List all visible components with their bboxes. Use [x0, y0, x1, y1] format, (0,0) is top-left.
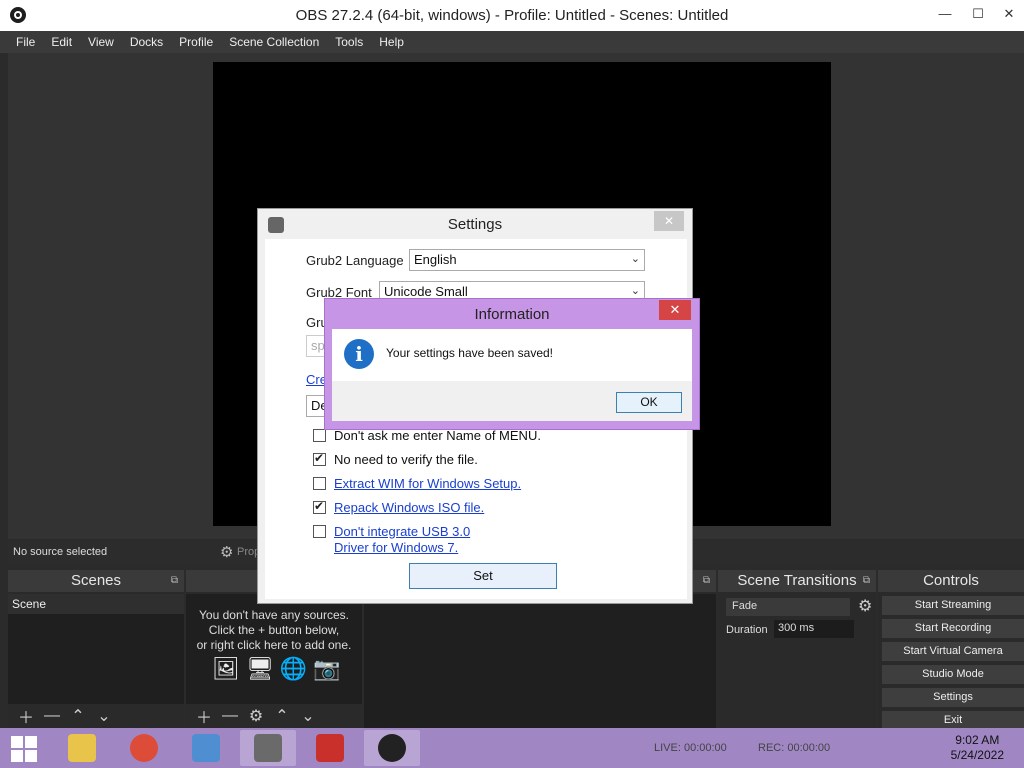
control-panel-icon[interactable]	[178, 730, 234, 766]
audio-mixer-body	[364, 594, 716, 728]
menu-profile[interactable]: Profile	[171, 31, 221, 53]
start-virtual-camera-button[interactable]: Start Virtual Camera	[882, 642, 1024, 661]
title-bar: OBS 27.2.4 (64-bit, windows) - Profile: …	[0, 0, 1024, 31]
gear-icon[interactable]: ⚙	[246, 706, 266, 726]
float-icon[interactable]: ⧉	[863, 570, 870, 592]
float-icon[interactable]: ⧉	[171, 570, 178, 592]
float-icon[interactable]: ⧉	[703, 570, 710, 592]
menu-scene-collection[interactable]: Scene Collection	[221, 31, 327, 53]
information-dialog: Information ✕ i Your settings have been …	[324, 298, 700, 430]
menu-bar: File Edit View Docks Profile Scene Colle…	[0, 31, 1024, 53]
ok-button[interactable]: OK	[616, 392, 682, 413]
gear-icon[interactable]: ⚙	[858, 596, 872, 616]
studio-mode-button[interactable]: Studio Mode	[882, 665, 1024, 684]
file-explorer-icon[interactable]	[54, 730, 110, 766]
gear-icon[interactable]: ⚙	[220, 543, 233, 561]
message-area: i Your settings have been saved!	[332, 329, 692, 381]
cube-app-icon[interactable]	[302, 730, 358, 766]
minus-icon[interactable]: —	[42, 707, 62, 725]
checkbox[interactable]	[313, 429, 326, 442]
start-recording-button[interactable]: Start Recording	[882, 619, 1024, 638]
controls-dock-title: Controls	[878, 570, 1024, 592]
menu-help[interactable]: Help	[371, 31, 412, 53]
scene-item[interactable]: Scene	[8, 594, 184, 614]
minimize-button[interactable]: —	[930, 4, 960, 24]
plus-icon[interactable]: ＋	[16, 704, 36, 728]
settings-tool-icon[interactable]	[240, 730, 296, 766]
close-button[interactable]: ✕	[994, 4, 1024, 24]
chrome-icon[interactable]	[116, 730, 172, 766]
settings-dialog-title: Settings	[447, 216, 503, 233]
scenes-list: Scene	[8, 594, 184, 704]
globe-icon: 🌐	[279, 656, 308, 681]
window-title: OBS 27.2.4 (64-bit, windows) - Profile: …	[295, 7, 729, 24]
transition-select[interactable]: Fade	[726, 598, 850, 616]
plus-icon[interactable]: ＋	[194, 704, 214, 728]
start-streaming-button[interactable]: Start Streaming	[882, 596, 1024, 615]
transitions-dock: Scene Transitions ⧉ Fade ⚙ Duration 300 …	[718, 570, 876, 728]
windows-start-icon[interactable]	[11, 736, 37, 762]
source-type-icons: 🖼 🖥 🌐 📷	[212, 656, 341, 682]
checkbox[interactable]	[313, 451, 326, 466]
menu-view[interactable]: View	[80, 31, 122, 53]
grub-language-label: Grub2 Language	[306, 253, 404, 268]
scenes-dock-title: Scenes ⧉	[8, 570, 184, 592]
close-icon[interactable]: ✕	[654, 211, 684, 231]
close-icon[interactable]: ✕	[659, 300, 691, 320]
scenes-toolbar: ＋ — ⌃ ⌄	[8, 704, 184, 728]
check-row-repack-iso[interactable]: Repack Windows ISO file.	[313, 499, 484, 515]
minus-icon[interactable]: —	[220, 707, 240, 725]
check-row-ask-name[interactable]: Don't ask me enter Name of MENU.	[313, 428, 541, 443]
live-status: LIVE: 00:00:00	[654, 742, 727, 754]
checkbox[interactable]	[313, 499, 326, 514]
image-icon: 🖼	[212, 656, 240, 681]
checkbox[interactable]	[313, 477, 326, 490]
set-button[interactable]: Set	[409, 563, 557, 589]
chevron-up-icon[interactable]: ⌃	[272, 706, 292, 726]
information-dialog-title: Information	[474, 306, 550, 323]
duration-label: Duration	[726, 624, 768, 636]
rec-status: REC: 00:00:00	[758, 742, 831, 754]
chevron-down-icon[interactable]: ⌄	[94, 706, 114, 726]
system-clock[interactable]: 9:02 AM 5/24/2022	[951, 733, 1004, 763]
chevron-up-icon[interactable]: ⌃	[68, 706, 88, 726]
camera-icon: 📷	[313, 656, 341, 681]
sources-list[interactable]: You don't have any sources. Click the + …	[186, 594, 362, 704]
chevron-down-icon: ⌄	[630, 253, 640, 265]
no-source-label: No source selected	[13, 546, 108, 558]
obs-taskbar-icon[interactable]	[364, 730, 420, 766]
taskbar: LIVE: 00:00:00 REC: 00:00:00 9:02 AM 5/2…	[0, 728, 1024, 768]
maximize-button[interactable]: ☐	[963, 4, 993, 24]
check-row-extract-wim[interactable]: Extract WIM for Windows Setup.	[313, 476, 521, 491]
grub-language-select[interactable]: English ⌄	[409, 249, 645, 271]
menu-tools[interactable]: Tools	[327, 31, 371, 53]
chevron-down-icon[interactable]: ⌄	[298, 706, 318, 726]
information-body: i Your settings have been saved! OK	[332, 329, 692, 421]
check-row-verify[interactable]: No need to verify the file.	[313, 451, 478, 467]
menu-docks[interactable]: Docks	[122, 31, 171, 53]
checkbox[interactable]	[313, 525, 326, 538]
info-icon: i	[344, 339, 374, 369]
monitor-icon: 🖥	[245, 656, 274, 681]
scenes-dock: Scenes ⧉ Scene ＋ — ⌃ ⌄	[8, 570, 184, 728]
duration-input[interactable]: 300 ms	[774, 620, 854, 638]
info-message: Your settings have been saved!	[386, 346, 554, 360]
menu-edit[interactable]: Edit	[43, 31, 80, 53]
controls-dock: Controls Start Streaming Start Recording…	[878, 570, 1024, 728]
no-sources-hint: You don't have any sources. Click the + …	[196, 608, 352, 652]
transitions-dock-title: Scene Transitions ⧉	[718, 570, 876, 592]
exit-button[interactable]: Exit	[882, 711, 1024, 728]
chevron-down-icon: ⌄	[630, 285, 640, 297]
menu-file[interactable]: File	[8, 31, 43, 53]
check-row-usb3[interactable]: Don't integrate USB 3.0 Driver for Windo…	[313, 524, 470, 556]
settings-button[interactable]: Settings	[882, 688, 1024, 707]
sources-toolbar: ＋ — ⚙ ⌃ ⌄	[186, 704, 362, 728]
